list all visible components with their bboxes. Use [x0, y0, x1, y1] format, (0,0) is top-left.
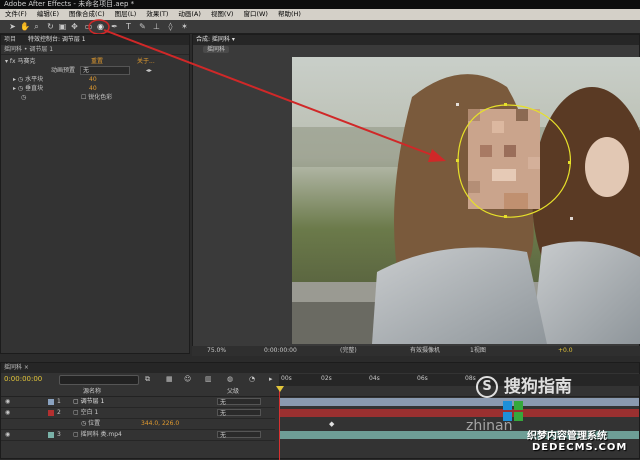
visibility-icon[interactable]: ◉ — [5, 397, 10, 407]
timeline-search-input[interactable] — [59, 375, 139, 385]
ruler-tick: 08s — [465, 375, 476, 382]
visibility-icon[interactable]: ◉ — [5, 430, 10, 440]
frame-blending-icon[interactable]: ▥ — [205, 375, 212, 383]
motion-blur-icon[interactable]: ◍ — [227, 375, 233, 383]
composition-footer: 75.0% 0:00:00:00 (完整) 有效摄像机 1视图 +0.0 — [192, 346, 640, 356]
timeline-expand-icon[interactable]: ▸ — [269, 375, 273, 383]
ruler-tick: 00s — [281, 375, 292, 382]
time-ruler[interactable]: 00s 02s 04s 06s 08s — [279, 374, 640, 386]
zoom-dropdown[interactable]: 75.0% — [207, 346, 226, 356]
label-color[interactable] — [48, 432, 54, 438]
resolution-dropdown[interactable]: (完整) — [340, 346, 357, 356]
playhead[interactable] — [279, 386, 280, 460]
layer-name[interactable]: ▢ 空白 1 — [73, 408, 98, 418]
layer-number: 2 — [57, 409, 61, 416]
draft-3d-icon[interactable]: ▦ — [166, 375, 173, 383]
windows-logo-icon — [502, 400, 524, 422]
layer-row[interactable]: ◉ 3 ▢ 摇同科 类.mp4 无 — [1, 430, 275, 441]
parent-dropdown[interactable]: 无 — [217, 431, 261, 439]
label-color[interactable] — [48, 399, 54, 405]
timeline-timecode[interactable]: 0:00:00:00 — [4, 375, 42, 383]
ruler-tick: 02s — [321, 375, 332, 382]
playhead-handle[interactable] — [276, 386, 284, 392]
dedecms-cn-watermark: 织梦内容管理系统 — [527, 431, 607, 442]
hide-shy-icon[interactable]: ☺ — [184, 375, 191, 383]
ruler-tick: 04s — [369, 375, 380, 382]
label-color[interactable] — [48, 410, 54, 416]
dedecms-url-watermark: DEDECMS.COM — [532, 442, 628, 453]
ruler-tick: 06s — [417, 375, 428, 382]
parent-dropdown[interactable]: 无 — [217, 398, 261, 406]
parent-dropdown[interactable]: 无 — [217, 409, 261, 417]
layer-number: 1 — [57, 398, 61, 405]
camera-dropdown[interactable]: 有效摄像机 — [410, 346, 440, 356]
layer-name[interactable]: ▢ 摇同科 类.mp4 — [73, 430, 122, 440]
sogou-watermark: S 搜狗指南 — [476, 372, 572, 398]
comp-flowchart-icon[interactable]: ⧉ — [145, 375, 150, 384]
layer-name[interactable]: ▢ 调节层 1 — [73, 397, 104, 407]
layer-track[interactable] — [279, 398, 639, 406]
visibility-icon[interactable]: ◉ — [5, 408, 10, 418]
col-source-name[interactable]: 源名称 — [83, 387, 101, 396]
col-parent[interactable]: 父级 — [227, 387, 239, 396]
property-row[interactable]: ◷ 位置 344.0, 226.0 — [1, 419, 275, 430]
timecode-display[interactable]: 0:00:00:00 — [264, 346, 297, 356]
layer-number: 3 — [57, 431, 61, 438]
keyframe-icon[interactable]: ◆ — [329, 420, 334, 428]
views-dropdown[interactable]: 1视图 — [470, 346, 486, 356]
layer-row[interactable]: ◉ 1 ▢ 调节层 1 无 — [1, 397, 275, 408]
sogou-logo-icon: S — [476, 376, 498, 398]
position-value[interactable]: 344.0, 226.0 — [141, 419, 179, 429]
layer-track[interactable] — [279, 409, 639, 417]
graph-editor-icon[interactable]: ◔ — [249, 375, 255, 383]
layer-row[interactable]: ◉ 2 ▢ 空白 1 无 — [1, 408, 275, 419]
exposure-offset[interactable]: +0.0 — [558, 346, 573, 356]
position-property[interactable]: ◷ 位置 — [81, 419, 100, 429]
